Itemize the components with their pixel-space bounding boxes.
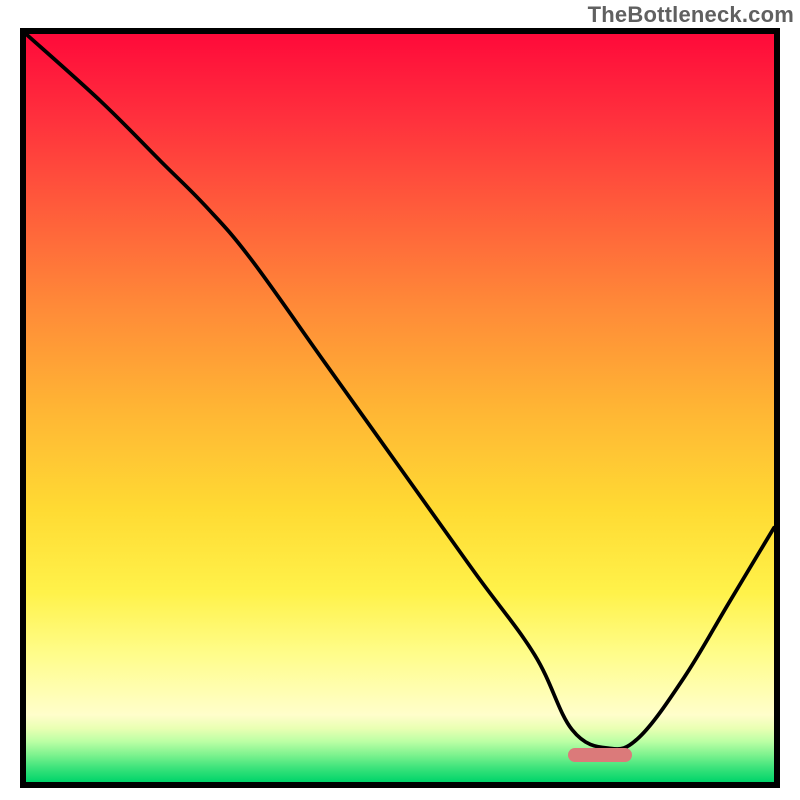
curve-svg [26, 34, 774, 782]
chart-container: TheBottleneck.com [0, 0, 800, 800]
minimum-marker [568, 748, 632, 761]
watermark-text: TheBottleneck.com [588, 2, 794, 28]
plot-area [20, 28, 780, 788]
bottleneck-curve-path [26, 34, 774, 749]
